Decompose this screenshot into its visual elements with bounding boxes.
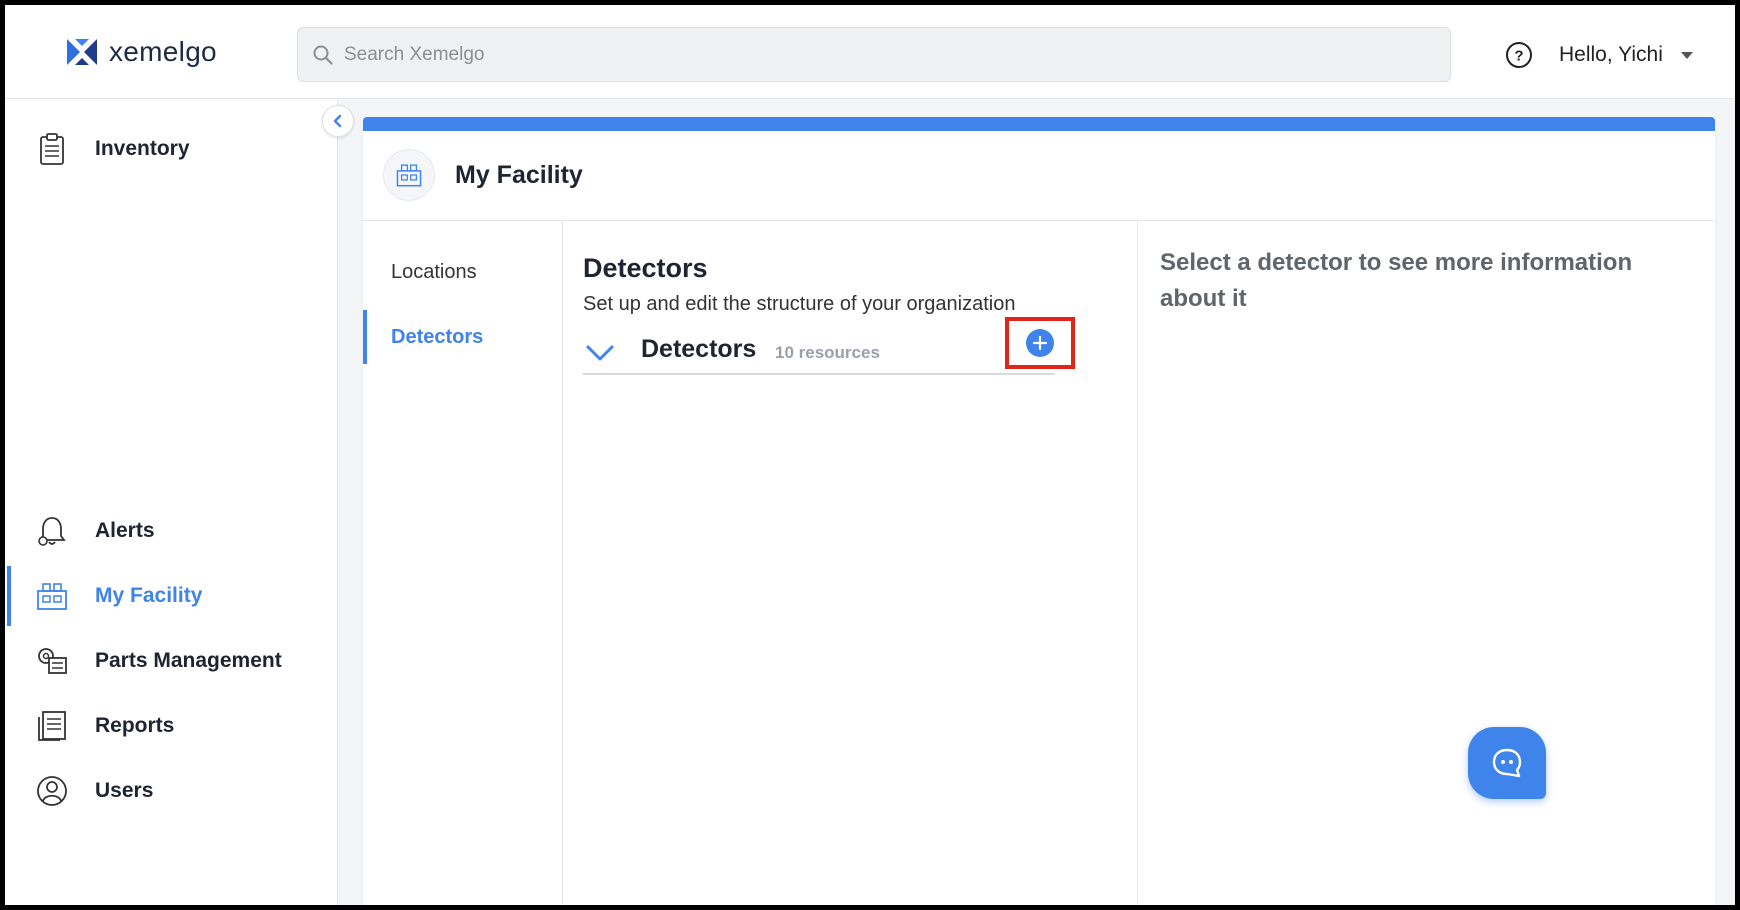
section-subtitle: Set up and edit the structure of your or… — [583, 293, 1016, 315]
search-input[interactable] — [344, 43, 1344, 66]
top-header: xemelgo ? Hello, Yichi — [5, 5, 1735, 99]
sidebar-item-reports[interactable]: Reports — [5, 696, 338, 756]
chevron-left-icon — [333, 114, 342, 128]
card-accent-bar — [363, 117, 1715, 131]
svg-text:?: ? — [1514, 48, 1523, 65]
page-title: My Facility — [455, 161, 583, 189]
section-title: Detectors — [583, 253, 708, 283]
parts-icon — [38, 648, 67, 674]
chat-icon — [1492, 748, 1522, 778]
sidebar-item-label: Reports — [95, 714, 175, 737]
sidebar-item-label: Alerts — [95, 519, 155, 542]
sidebar-item-label: Parts Management — [95, 649, 282, 672]
app-window: xemelgo ? Hello, Yichi — [5, 5, 1735, 905]
user-greeting: Hello, Yichi — [1559, 43, 1663, 66]
sidebar-item-label: My Facility — [95, 584, 203, 607]
clipboard-icon — [40, 133, 64, 165]
sidebar-item-label: Users — [95, 779, 154, 802]
card-header: My Facility — [363, 131, 1715, 221]
add-button-highlight — [1005, 317, 1075, 369]
bell-icon — [38, 517, 66, 546]
logo[interactable]: xemelgo — [65, 35, 217, 69]
resource-count: 10 resources — [775, 343, 880, 362]
help-icon[interactable]: ? — [1505, 41, 1533, 69]
sidebar-item-users[interactable]: Users — [5, 761, 338, 821]
chat-support-button[interactable] — [1468, 727, 1546, 799]
user-menu[interactable]: Hello, Yichi — [1559, 43, 1693, 67]
xemelgo-logo-icon — [67, 39, 97, 65]
sidebar: Inventory Alerts My Facility Parts Manag… — [5, 99, 338, 905]
facility-icon — [37, 583, 67, 610]
sidebar-item-my-facility[interactable]: My Facility — [5, 566, 338, 626]
user-icon — [37, 776, 67, 806]
facility-subnav: Locations Detectors — [363, 221, 563, 905]
sidebar-item-inventory[interactable]: Inventory — [5, 119, 338, 179]
search-bar[interactable] — [297, 27, 1451, 82]
search-icon — [313, 45, 333, 65]
detail-placeholder: Select a detector to see more informatio… — [1160, 249, 1633, 312]
group-title: Detectors — [641, 335, 757, 363]
chevron-down-icon[interactable] — [585, 343, 615, 363]
sidebar-item-alerts[interactable]: Alerts — [5, 501, 338, 561]
detectors-panel: Detectors Set up and edit the structure … — [563, 221, 1138, 905]
subnav-item-detectors[interactable]: Detectors — [363, 310, 563, 364]
chevron-down-icon — [1680, 51, 1693, 59]
reports-icon — [38, 711, 66, 741]
detectors-group-header[interactable]: Detectors 10 resources — [583, 329, 1055, 375]
facility-icon — [383, 149, 435, 201]
sidebar-item-parts-management[interactable]: Parts Management — [5, 631, 338, 691]
collapse-sidebar-button[interactable] — [322, 105, 354, 137]
add-detector-button[interactable] — [1026, 329, 1054, 357]
logo-text: xemelgo — [109, 36, 217, 67]
subnav-item-locations[interactable]: Locations — [363, 245, 563, 299]
sidebar-item-label: Inventory — [95, 137, 190, 160]
plus-icon — [1032, 335, 1048, 351]
